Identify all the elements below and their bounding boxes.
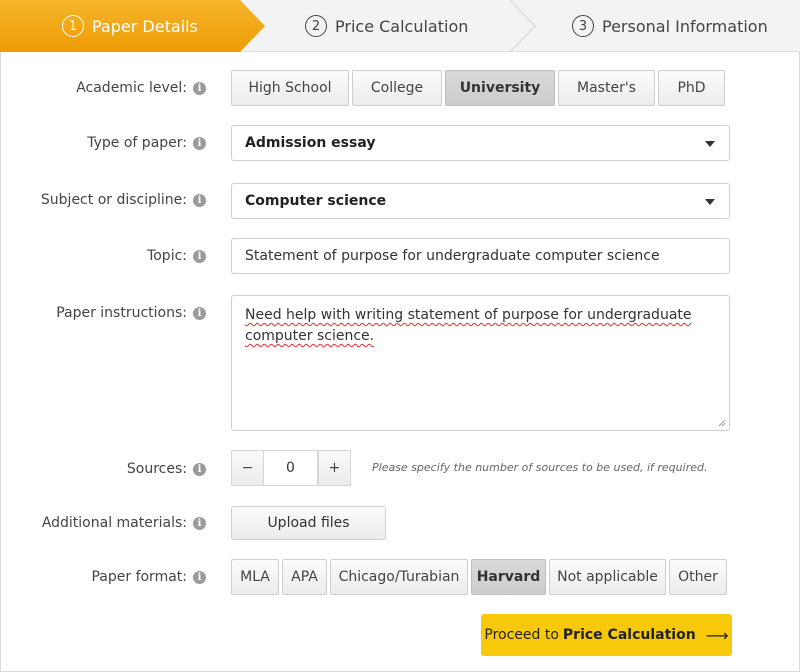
proceed-prefix: Proceed to bbox=[484, 627, 559, 643]
sources-hint: Please specify the number of sources to … bbox=[372, 461, 708, 474]
format-mla[interactable]: MLA bbox=[231, 559, 279, 595]
info-icon[interactable]: i bbox=[193, 136, 206, 150]
step-personal-information[interactable]: 3 Personal Information bbox=[572, 0, 768, 52]
format-other[interactable]: Other bbox=[669, 559, 727, 595]
academic-level-label: Academic level: i bbox=[76, 80, 206, 96]
info-icon[interactable]: i bbox=[193, 462, 206, 476]
step-number: 3 bbox=[572, 15, 594, 37]
caret-down-icon bbox=[705, 199, 715, 205]
caret-down-icon bbox=[705, 141, 715, 147]
step-price-calculation[interactable]: 2 Price Calculation bbox=[305, 0, 468, 52]
proceed-to-price-calculation-button[interactable]: Proceed to Price Calculation ⟶ bbox=[481, 614, 732, 656]
info-icon[interactable]: i bbox=[193, 81, 206, 95]
format-chicago-turabian[interactable]: Chicago/Turabian bbox=[330, 559, 468, 595]
step-number: 2 bbox=[305, 15, 327, 37]
progress-steps: 1 Paper Details 2 Price Calculation 3 Pe… bbox=[0, 0, 800, 52]
step-separator-icon bbox=[509, 0, 537, 52]
paper-format-label: Paper format: i bbox=[91, 569, 206, 585]
type-of-paper-select[interactable]: Admission essay bbox=[231, 125, 730, 161]
topic-label: Topic: i bbox=[147, 248, 206, 264]
topic-value: Statement of purpose for undergraduate c… bbox=[245, 248, 660, 264]
proceed-target: Price Calculation bbox=[562, 627, 696, 643]
academic-level-high-school[interactable]: High School bbox=[231, 70, 349, 106]
upload-files-button[interactable]: Upload files bbox=[231, 506, 386, 540]
format-harvard[interactable]: Harvard bbox=[471, 559, 546, 595]
subject-select[interactable]: Computer science bbox=[231, 183, 730, 219]
instructions-text: Need help with writing statement of purp… bbox=[245, 307, 692, 344]
academic-level-college[interactable]: College bbox=[352, 70, 442, 106]
step-number: 1 bbox=[62, 15, 84, 37]
info-icon[interactable]: i bbox=[193, 570, 206, 584]
sources-increment-button[interactable]: + bbox=[318, 450, 351, 486]
type-of-paper-label: Type of paper: i bbox=[87, 135, 206, 151]
paper-instructions-textarea[interactable]: Need help with writing statement of purp… bbox=[231, 295, 730, 431]
additional-materials-label: Additional materials: i bbox=[42, 515, 206, 531]
step-label: Price Calculation bbox=[335, 16, 469, 36]
resize-handle-icon[interactable] bbox=[718, 419, 726, 427]
topic-input[interactable]: Statement of purpose for undergraduate c… bbox=[231, 238, 730, 274]
format-not-applicable[interactable]: Not applicable bbox=[549, 559, 666, 595]
info-icon[interactable]: i bbox=[193, 193, 206, 207]
info-icon[interactable]: i bbox=[193, 249, 206, 263]
sources-input[interactable]: 0 bbox=[263, 450, 318, 486]
sources-label: Sources: i bbox=[127, 461, 206, 477]
academic-level-university[interactable]: University bbox=[445, 70, 555, 106]
step-label: Paper Details bbox=[92, 16, 198, 36]
academic-level-phd[interactable]: PhD bbox=[658, 70, 725, 106]
step-label: Personal Information bbox=[602, 16, 768, 36]
sources-decrement-button[interactable]: − bbox=[231, 450, 264, 486]
subject-label: Subject or discipline: i bbox=[41, 192, 206, 208]
arrow-right-icon: ⟶ bbox=[705, 625, 729, 645]
select-value: Computer science bbox=[245, 193, 387, 209]
format-apa[interactable]: APA bbox=[282, 559, 327, 595]
academic-level-masters[interactable]: Master's bbox=[558, 70, 655, 106]
step-paper-details[interactable]: 1 Paper Details bbox=[0, 0, 265, 52]
paper-instructions-label: Paper instructions: i bbox=[56, 305, 206, 321]
info-icon[interactable]: i bbox=[193, 306, 206, 320]
select-value: Admission essay bbox=[245, 135, 376, 151]
info-icon[interactable]: i bbox=[193, 516, 206, 530]
